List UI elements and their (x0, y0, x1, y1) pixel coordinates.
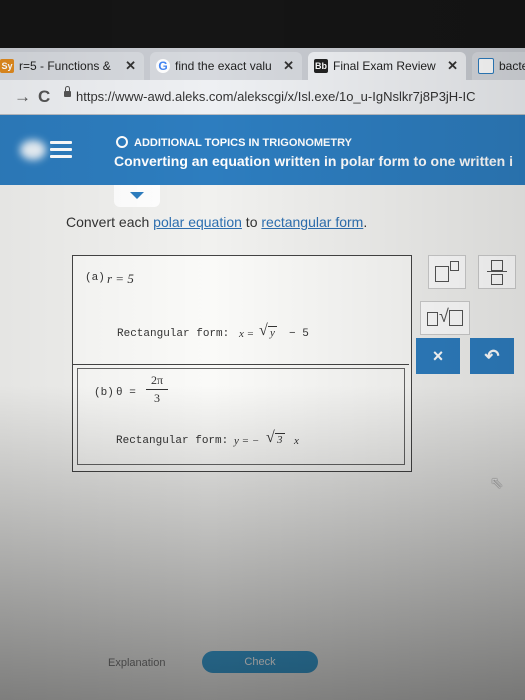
radicand: y (268, 326, 277, 339)
circle-icon (116, 136, 128, 148)
part-b-equation: θ = (116, 387, 136, 399)
radicand: 3 (275, 433, 285, 446)
part-a-label: (a) (85, 272, 105, 284)
answer-lhs: x = (239, 328, 255, 340)
tab-label: bacte (499, 59, 525, 73)
tab-bacte[interactable]: bacte (472, 52, 525, 80)
reload-icon[interactable]: C (38, 87, 50, 107)
address-bar: → C https://www-awd.aleks.com/alekscgi/x… (0, 80, 525, 115)
collapse-button[interactable] (114, 185, 160, 207)
prompt-text: Convert each (66, 214, 154, 230)
url-field[interactable]: https://www-awd.aleks.com/alekscgi/x/Isl… (76, 89, 476, 104)
sy-favicon-icon: Sy (0, 59, 14, 73)
forward-icon[interactable]: → (14, 87, 31, 107)
part-b-label: (b) (94, 387, 114, 399)
lock-icon (64, 86, 71, 97)
tab-label: r=5 - Functions & (19, 59, 111, 73)
sqrt-icon: √ (266, 429, 275, 446)
fraction: 2π 3 (146, 373, 168, 406)
part-b: (b) θ = 2π 3 Rectangular form: y = − √ 3… (77, 368, 405, 465)
tab-strip: Sy r=5 - Functions & ✕ G find the exact … (0, 48, 525, 80)
topic-text: ADDITIONAL TOPICS IN TRIGONOMETRY (134, 137, 352, 149)
tab-functions[interactable]: Sy r=5 - Functions & ✕ (0, 52, 144, 80)
sqrt-icon: √ (259, 322, 268, 339)
answer-rhs: x (294, 435, 299, 447)
close-icon[interactable]: ✕ (447, 58, 458, 74)
numerator: 2π (150, 373, 164, 387)
prompt-text: . (363, 214, 368, 230)
page-title: Converting an equation written in polar … (114, 153, 514, 169)
check-button[interactable]: Check (202, 651, 318, 673)
sqrt-icon: √ (439, 306, 449, 326)
close-icon[interactable]: ✕ (125, 58, 136, 74)
prompt-text: to (241, 214, 262, 230)
menu-icon[interactable] (50, 141, 72, 162)
tab-label: Final Exam Review (333, 59, 436, 73)
rectangular-form-link[interactable]: rectangular form (261, 214, 363, 230)
answer-label: Rectangular form: (116, 435, 229, 447)
tab-final-exam[interactable]: Bb Final Exam Review ✕ (308, 52, 466, 80)
exponent-button[interactable] (428, 255, 466, 289)
answer-input-a[interactable]: y (268, 326, 277, 339)
part-a-equation: r = 5 (107, 271, 134, 286)
sqrt-button[interactable]: √ (420, 301, 470, 335)
close-icon[interactable]: ✕ (283, 58, 294, 74)
question-prompt: Convert each polar equation to rectangul… (66, 214, 367, 230)
clear-button[interactable]: × (416, 338, 460, 374)
fraction-button[interactable] (478, 255, 516, 289)
explanation-button[interactable]: Explanation (108, 657, 166, 669)
aleks-header: ADDITIONAL TOPICS IN TRIGONOMETRY Conver… (0, 115, 525, 185)
question-area: Convert each polar equation to rectangul… (0, 185, 525, 700)
undo-button[interactable]: ↶ (470, 338, 514, 374)
cursor-icon: ⇖ (490, 475, 504, 492)
google-icon: G (156, 59, 170, 73)
monitor-bezel (0, 0, 525, 48)
answer-input-b[interactable]: 3 (275, 433, 285, 446)
page-icon (478, 58, 494, 74)
tab-label: find the exact valu (175, 59, 272, 73)
screen-glare (20, 140, 46, 160)
polar-equation-link[interactable]: polar equation (153, 214, 242, 230)
answer-label: Rectangular form: (117, 328, 230, 340)
answer-lhs: y = − (234, 435, 260, 447)
tab-google[interactable]: G find the exact valu ✕ (150, 52, 302, 80)
answer-rhs: − 5 (289, 328, 309, 340)
topic-label: ADDITIONAL TOPICS IN TRIGONOMETRY (116, 136, 352, 149)
answer-box: (a) r = 5 Rectangular form: x = √ y − 5 … (72, 255, 412, 472)
part-a: (a) r = 5 Rectangular form: x = √ y − 5 (73, 256, 409, 365)
screen: Sy r=5 - Functions & ✕ G find the exact … (0, 0, 525, 700)
blackboard-icon: Bb (314, 59, 328, 73)
denominator: 3 (154, 391, 160, 405)
